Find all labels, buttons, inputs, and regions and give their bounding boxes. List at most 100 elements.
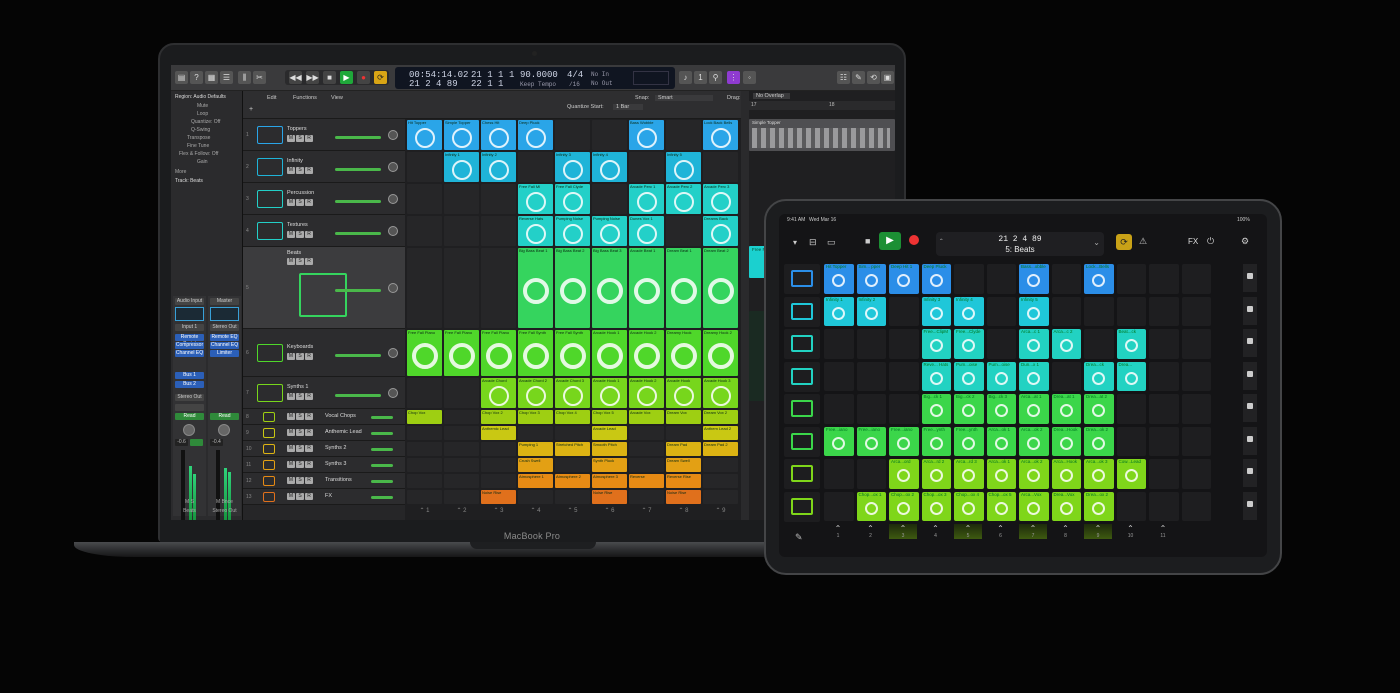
ipad-loop-cell[interactable]: Lock...Bells bbox=[1084, 264, 1114, 294]
ipad-loop-cell[interactable]: Hit Topper bbox=[824, 264, 854, 294]
empty-cell[interactable] bbox=[1181, 491, 1211, 521]
mute-solo-record-buttons[interactable]: MSR bbox=[287, 353, 314, 360]
loop-cell[interactable]: Arcade Perc 1 bbox=[629, 184, 664, 214]
loop-cell[interactable]: Chess Hit bbox=[481, 120, 516, 150]
empty-cell[interactable] bbox=[666, 120, 701, 150]
ipad-loop-cell[interactable]: Infinity 5 bbox=[1019, 296, 1049, 326]
send-slot[interactable]: Bus 2 bbox=[175, 381, 204, 388]
loop-cell[interactable]: Bass Wobble bbox=[629, 120, 664, 150]
column-trigger[interactable]: ⌃ 9 bbox=[703, 507, 738, 514]
column-trigger[interactable]: ⌃ 7 bbox=[629, 507, 664, 514]
empty-cell[interactable] bbox=[407, 442, 442, 456]
empty-cell[interactable] bbox=[444, 248, 479, 328]
settings-icon[interactable]: ⚙ bbox=[1241, 236, 1249, 247]
loop-cell[interactable]: Chop Vox 5 bbox=[592, 410, 627, 424]
empty-cell[interactable] bbox=[824, 459, 854, 489]
pan-knob[interactable] bbox=[218, 424, 230, 436]
loop-cell[interactable]: Anthem Lead 2 bbox=[703, 426, 738, 440]
loop-cell[interactable]: Arcade Hook 2 bbox=[629, 330, 664, 376]
column-trigger[interactable]: ⌃ 4 bbox=[518, 507, 553, 514]
empty-cell[interactable] bbox=[666, 216, 701, 246]
empty-cell[interactable] bbox=[481, 442, 516, 456]
ipad-loop-cell[interactable]: Arca...Hook bbox=[1051, 459, 1081, 489]
empty-cell[interactable] bbox=[1149, 426, 1179, 456]
ipad-track-icon[interactable] bbox=[784, 491, 820, 522]
loop-cell[interactable]: Free Fall Piano bbox=[444, 330, 479, 376]
ipad-loop-cell[interactable]: Drea...at 2 bbox=[1084, 394, 1114, 424]
mute-solo-record-buttons[interactable]: MSR bbox=[287, 231, 314, 238]
column-trigger[interactable]: ⌃ 3 bbox=[889, 524, 917, 539]
empty-cell[interactable] bbox=[1084, 329, 1114, 359]
rewind-icon[interactable]: ◀◀ bbox=[289, 71, 302, 84]
column-trigger[interactable]: ⌃ 3 bbox=[481, 507, 516, 514]
empty-cell[interactable] bbox=[407, 152, 442, 182]
view-menu[interactable]: View bbox=[331, 95, 343, 101]
loop-cell[interactable]: Free Fall Synth bbox=[555, 330, 590, 376]
mute-solo-record-buttons[interactable]: MSR bbox=[287, 135, 314, 142]
loop-cell[interactable]: Free Fall Ml bbox=[518, 184, 553, 214]
quantize-select[interactable]: 1 Bar bbox=[613, 104, 644, 110]
volume-slider[interactable] bbox=[335, 168, 381, 171]
scene-trigger[interactable] bbox=[1243, 329, 1257, 357]
loop-cell[interactable]: Deep Pluck bbox=[518, 120, 553, 150]
loop-cell[interactable]: Chop Vox 4 bbox=[555, 410, 590, 424]
volume-slider[interactable] bbox=[335, 200, 381, 203]
bar-ruler[interactable]: 17 18 bbox=[749, 101, 895, 110]
empty-cell[interactable] bbox=[703, 458, 738, 472]
loop-cell[interactable]: Dream Beat 1 bbox=[666, 248, 701, 328]
loop-cell[interactable]: Reverse Hats bbox=[518, 216, 553, 246]
mute-solo-record-buttons[interactable]: MSR bbox=[287, 413, 314, 420]
loop-cell[interactable]: Arcade Chord 2 bbox=[518, 378, 553, 408]
ipad-track-icon[interactable] bbox=[784, 361, 820, 392]
loop-cell[interactable]: Dunes Vox 1 bbox=[629, 216, 664, 246]
loop-cell[interactable]: Arcade Perc 3 bbox=[703, 184, 738, 214]
ipad-loop-cell[interactable]: Infinity 1 bbox=[824, 296, 854, 326]
mute-bounce-buttons[interactable]: M Bnce bbox=[210, 499, 239, 505]
ipad-loop-cell[interactable]: Chop...ox 5 bbox=[986, 491, 1016, 521]
pan-knob[interactable] bbox=[388, 194, 398, 204]
column-trigger[interactable]: ⌃ 1 bbox=[407, 507, 442, 514]
track-header-toppers[interactable]: 1 Toppers M S R bbox=[243, 119, 405, 151]
lcd-up-chevron-icon[interactable]: ˆ bbox=[940, 238, 943, 247]
pan-knob[interactable] bbox=[388, 226, 398, 236]
empty-cell[interactable] bbox=[703, 152, 738, 182]
column-trigger[interactable]: ⌃ 11 bbox=[1149, 524, 1177, 539]
ipad-loop-cell[interactable]: Pum...oise bbox=[954, 361, 984, 391]
ipad-loop-cell[interactable]: Deep Hit 1 bbox=[889, 264, 919, 294]
empty-cell[interactable] bbox=[703, 490, 738, 504]
empty-cell[interactable] bbox=[444, 216, 479, 246]
smart-controls-icon[interactable]: ☰ bbox=[220, 71, 233, 84]
ipad-loop-cell[interactable]: Big...ck 1 bbox=[921, 394, 951, 424]
ipad-loop-cell[interactable]: Arca...ok 2 bbox=[1019, 426, 1049, 456]
volume-slider[interactable] bbox=[371, 496, 393, 499]
scene-trigger[interactable] bbox=[1243, 394, 1257, 422]
empty-cell[interactable] bbox=[444, 474, 479, 488]
lcd-display[interactable]: 00:54:14.02 21 2 4 89 21 1 1 22 1 1 1 90… bbox=[395, 67, 675, 89]
count-in-icon[interactable]: 1 bbox=[694, 71, 707, 84]
loop-cell[interactable]: Dream Vox 2 bbox=[703, 410, 738, 424]
loop-cell[interactable]: Noise Rise bbox=[481, 490, 516, 504]
stop-icon[interactable]: ■ bbox=[323, 71, 336, 84]
empty-cell[interactable] bbox=[1181, 394, 1211, 424]
ipad-loop-cell[interactable]: Arca...ok 1 bbox=[986, 426, 1016, 456]
mute-solo-record-buttons[interactable]: MSR bbox=[287, 429, 314, 436]
empty-cell[interactable] bbox=[1181, 264, 1211, 294]
volume-slider[interactable] bbox=[335, 136, 381, 139]
automation-mode[interactable]: Read bbox=[210, 413, 239, 420]
column-trigger[interactable]: ⌃ 10 bbox=[1117, 524, 1145, 539]
ipad-track-icon[interactable] bbox=[784, 459, 820, 489]
notepad-icon[interactable]: ✎ bbox=[852, 71, 865, 84]
empty-cell[interactable] bbox=[824, 491, 854, 521]
loop-cell[interactable]: Free Fall Piano bbox=[481, 330, 516, 376]
plugin-slot[interactable]: Remote Script bbox=[175, 334, 204, 347]
mute-solo-record-buttons[interactable]: MSR bbox=[287, 167, 314, 174]
ipad-loop-cell[interactable]: Drea... bbox=[1116, 361, 1146, 391]
empty-cell[interactable] bbox=[518, 490, 553, 504]
empty-cell[interactable] bbox=[856, 361, 886, 391]
loop-cell[interactable]: Dreamy Hook bbox=[666, 330, 701, 376]
loop-cell[interactable]: Crush Swell bbox=[518, 458, 553, 472]
library-icon[interactable]: ▤ bbox=[175, 71, 188, 84]
empty-cell[interactable] bbox=[986, 329, 1016, 359]
ipad-track-icon[interactable] bbox=[784, 426, 820, 457]
empty-cell[interactable] bbox=[407, 216, 442, 246]
